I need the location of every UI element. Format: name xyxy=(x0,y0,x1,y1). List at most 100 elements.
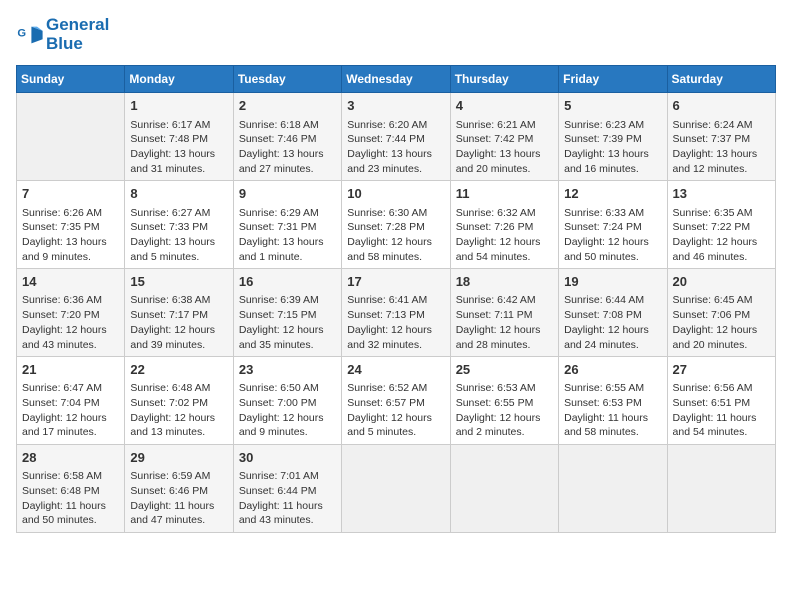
calendar-week-5: 28Sunrise: 6:58 AM Sunset: 6:48 PM Dayli… xyxy=(17,445,776,533)
calendar-cell: 5 Sunrise: 6:23 AM Sunset: 7:39 PM Daylig… xyxy=(559,93,667,181)
calendar-cell: 26Sunrise: 6:55 AM Sunset: 6:53 PM Dayli… xyxy=(559,357,667,445)
calendar-cell: 4 Sunrise: 6:21 AM Sunset: 7:42 PM Daylig… xyxy=(450,93,558,181)
day-info: Sunrise: 6:48 AM Sunset: 7:02 PM Dayligh… xyxy=(130,381,227,440)
day-info: Sunrise: 6:36 AM Sunset: 7:20 PM Dayligh… xyxy=(22,293,119,352)
calendar-cell: 24 Sunrise: 6:52 AM Sunset: 6:57 PM Dayli… xyxy=(342,357,450,445)
day-info: Sunrise: 6:39 AM Sunset: 7:15 PM Dayligh… xyxy=(239,293,336,352)
col-header-friday: Friday xyxy=(559,66,667,93)
day-info: Sunrise: 6:18 AM Sunset: 7:46 PM Dayligh… xyxy=(239,118,336,177)
day-number: 18 xyxy=(456,273,553,291)
day-number: 11 xyxy=(456,185,553,203)
day-info: Sunrise: 7:01 AM Sunset: 6:44 PM Dayligh… xyxy=(239,469,336,528)
day-info: Sunrise: 6:30 AM Sunset: 7:28 PM Dayligh… xyxy=(347,206,444,265)
day-number: 3 xyxy=(347,97,444,115)
calendar-cell: 7 Sunrise: 6:26 AM Sunset: 7:35 PM Daylig… xyxy=(17,181,125,269)
day-number: 4 xyxy=(456,97,553,115)
day-number: 12 xyxy=(564,185,661,203)
day-number: 8 xyxy=(130,185,227,203)
day-info: Sunrise: 6:41 AM Sunset: 7:13 PM Dayligh… xyxy=(347,293,444,352)
calendar-cell: 11Sunrise: 6:32 AM Sunset: 7:26 PM Dayli… xyxy=(450,181,558,269)
calendar-cell: 29 Sunrise: 6:59 AM Sunset: 6:46 PM Dayli… xyxy=(125,445,233,533)
day-number: 6 xyxy=(673,97,770,115)
day-number: 25 xyxy=(456,361,553,379)
col-header-sunday: Sunday xyxy=(17,66,125,93)
page-header: G General Blue xyxy=(16,16,776,53)
day-info: Sunrise: 6:44 AM Sunset: 7:08 PM Dayligh… xyxy=(564,293,661,352)
col-header-wednesday: Wednesday xyxy=(342,66,450,93)
calendar-cell xyxy=(17,93,125,181)
day-info: Sunrise: 6:33 AM Sunset: 7:24 PM Dayligh… xyxy=(564,206,661,265)
day-info: Sunrise: 6:52 AM Sunset: 6:57 PM Dayligh… xyxy=(347,381,444,440)
calendar-cell xyxy=(667,445,775,533)
calendar-cell xyxy=(559,445,667,533)
day-info: Sunrise: 6:26 AM Sunset: 7:35 PM Dayligh… xyxy=(22,206,119,265)
calendar-cell: 22 Sunrise: 6:48 AM Sunset: 7:02 PM Dayli… xyxy=(125,357,233,445)
calendar-cell: 20 Sunrise: 6:45 AM Sunset: 7:06 PM Dayli… xyxy=(667,269,775,357)
calendar-cell: 21 Sunrise: 6:47 AM Sunset: 7:04 PM Dayli… xyxy=(17,357,125,445)
col-header-thursday: Thursday xyxy=(450,66,558,93)
day-info: Sunrise: 6:21 AM Sunset: 7:42 PM Dayligh… xyxy=(456,118,553,177)
calendar-cell: 8 Sunrise: 6:27 AM Sunset: 7:33 PM Daylig… xyxy=(125,181,233,269)
calendar-cell: 30 Sunrise: 7:01 AM Sunset: 6:44 PM Dayli… xyxy=(233,445,341,533)
day-number: 7 xyxy=(22,185,119,203)
calendar-cell: 2 Sunrise: 6:18 AM Sunset: 7:46 PM Daylig… xyxy=(233,93,341,181)
calendar-header-row: SundayMondayTuesdayWednesdayThursdayFrid… xyxy=(17,66,776,93)
calendar-week-1: 1Sunrise: 6:17 AM Sunset: 7:48 PM Daylig… xyxy=(17,93,776,181)
calendar-cell: 9 Sunrise: 6:29 AM Sunset: 7:31 PM Daylig… xyxy=(233,181,341,269)
day-info: Sunrise: 6:38 AM Sunset: 7:17 PM Dayligh… xyxy=(130,293,227,352)
calendar-cell: 25 Sunrise: 6:53 AM Sunset: 6:55 PM Dayli… xyxy=(450,357,558,445)
day-number: 2 xyxy=(239,97,336,115)
calendar-cell: 17Sunrise: 6:41 AM Sunset: 7:13 PM Dayli… xyxy=(342,269,450,357)
day-info: Sunrise: 6:29 AM Sunset: 7:31 PM Dayligh… xyxy=(239,206,336,265)
day-number: 19 xyxy=(564,273,661,291)
day-info: Sunrise: 6:20 AM Sunset: 7:44 PM Dayligh… xyxy=(347,118,444,177)
day-number: 28 xyxy=(22,449,119,467)
calendar-cell: 14Sunrise: 6:36 AM Sunset: 7:20 PM Dayli… xyxy=(17,269,125,357)
day-info: Sunrise: 6:24 AM Sunset: 7:37 PM Dayligh… xyxy=(673,118,770,177)
calendar-cell: 13Sunrise: 6:35 AM Sunset: 7:22 PM Dayli… xyxy=(667,181,775,269)
logo: G General Blue xyxy=(16,16,109,53)
day-number: 16 xyxy=(239,273,336,291)
day-info: Sunrise: 6:50 AM Sunset: 7:00 PM Dayligh… xyxy=(239,381,336,440)
day-info: Sunrise: 6:27 AM Sunset: 7:33 PM Dayligh… xyxy=(130,206,227,265)
calendar-week-3: 14Sunrise: 6:36 AM Sunset: 7:20 PM Dayli… xyxy=(17,269,776,357)
calendar-cell xyxy=(342,445,450,533)
day-info: Sunrise: 6:42 AM Sunset: 7:11 PM Dayligh… xyxy=(456,293,553,352)
calendar-cell: 10 Sunrise: 6:30 AM Sunset: 7:28 PM Dayli… xyxy=(342,181,450,269)
day-info: Sunrise: 6:55 AM Sunset: 6:53 PM Dayligh… xyxy=(564,381,661,440)
calendar-cell: 23 Sunrise: 6:50 AM Sunset: 7:00 PM Dayli… xyxy=(233,357,341,445)
day-number: 29 xyxy=(130,449,227,467)
day-number: 9 xyxy=(239,185,336,203)
calendar-cell: 28Sunrise: 6:58 AM Sunset: 6:48 PM Dayli… xyxy=(17,445,125,533)
logo-text: General Blue xyxy=(46,16,109,53)
day-info: Sunrise: 6:17 AM Sunset: 7:48 PM Dayligh… xyxy=(130,118,227,177)
svg-text:G: G xyxy=(17,27,26,39)
day-info: Sunrise: 6:45 AM Sunset: 7:06 PM Dayligh… xyxy=(673,293,770,352)
day-number: 15 xyxy=(130,273,227,291)
day-number: 23 xyxy=(239,361,336,379)
day-number: 21 xyxy=(22,361,119,379)
day-info: Sunrise: 6:35 AM Sunset: 7:22 PM Dayligh… xyxy=(673,206,770,265)
calendar-cell: 15 Sunrise: 6:38 AM Sunset: 7:17 PM Dayli… xyxy=(125,269,233,357)
day-info: Sunrise: 6:56 AM Sunset: 6:51 PM Dayligh… xyxy=(673,381,770,440)
day-number: 27 xyxy=(673,361,770,379)
calendar-cell: 27 Sunrise: 6:56 AM Sunset: 6:51 PM Dayli… xyxy=(667,357,775,445)
calendar-week-2: 7 Sunrise: 6:26 AM Sunset: 7:35 PM Daylig… xyxy=(17,181,776,269)
day-number: 10 xyxy=(347,185,444,203)
calendar-cell: 3 Sunrise: 6:20 AM Sunset: 7:44 PM Daylig… xyxy=(342,93,450,181)
calendar-cell: 18 Sunrise: 6:42 AM Sunset: 7:11 PM Dayli… xyxy=(450,269,558,357)
col-header-monday: Monday xyxy=(125,66,233,93)
calendar-cell: 19 Sunrise: 6:44 AM Sunset: 7:08 PM Dayli… xyxy=(559,269,667,357)
day-info: Sunrise: 6:23 AM Sunset: 7:39 PM Dayligh… xyxy=(564,118,661,177)
col-header-tuesday: Tuesday xyxy=(233,66,341,93)
calendar-cell: 1Sunrise: 6:17 AM Sunset: 7:48 PM Daylig… xyxy=(125,93,233,181)
day-info: Sunrise: 6:59 AM Sunset: 6:46 PM Dayligh… xyxy=(130,469,227,528)
day-number: 30 xyxy=(239,449,336,467)
day-number: 24 xyxy=(347,361,444,379)
day-info: Sunrise: 6:53 AM Sunset: 6:55 PM Dayligh… xyxy=(456,381,553,440)
day-number: 20 xyxy=(673,273,770,291)
day-number: 22 xyxy=(130,361,227,379)
day-number: 5 xyxy=(564,97,661,115)
day-info: Sunrise: 6:47 AM Sunset: 7:04 PM Dayligh… xyxy=(22,381,119,440)
logo-icon: G xyxy=(16,21,44,49)
